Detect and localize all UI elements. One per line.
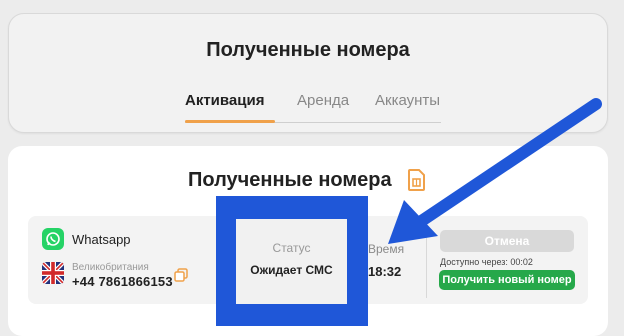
available-timer: Доступно через: 00:02 <box>440 257 533 267</box>
tab-bar: Активация Аренда Аккаунты <box>185 92 441 123</box>
time-value: 18:32 <box>368 264 402 279</box>
section-title: Полученные номера <box>188 169 392 191</box>
time-label: Время <box>368 242 405 256</box>
service: Whatsapp <box>42 228 131 250</box>
status-value: Ожидает СМС <box>250 263 333 277</box>
cancel-button[interactable]: Отмена <box>440 230 574 252</box>
country-name: Великобритания <box>72 262 149 273</box>
tab-rent[interactable]: Аренда <box>297 92 349 109</box>
sim-card-icon[interactable] <box>406 168 426 192</box>
tab-activation[interactable]: Активация <box>185 92 264 109</box>
phone-number: +44 7861866153 <box>72 274 173 289</box>
status-highlight: Статус Ожидает СМС <box>216 196 368 326</box>
get-new-number-button[interactable]: Получить новый номер <box>439 270 575 290</box>
copy-icon[interactable] <box>174 268 188 282</box>
status-box: Статус Ожидает СМС <box>236 219 347 304</box>
service-name: Whatsapp <box>72 231 131 247</box>
page-title: Полученные номера <box>206 39 410 61</box>
status-label: Статус <box>272 241 311 255</box>
tabs-card: Полученные номера Активация Аренда Аккау… <box>8 13 608 133</box>
whatsapp-icon <box>42 228 64 250</box>
country-block: Великобритания +44 7861866153 <box>42 262 173 289</box>
uk-flag-icon <box>42 262 64 284</box>
tab-accounts[interactable]: Аккаунты <box>375 92 440 109</box>
active-tab-indicator <box>185 120 275 123</box>
divider <box>426 228 427 298</box>
